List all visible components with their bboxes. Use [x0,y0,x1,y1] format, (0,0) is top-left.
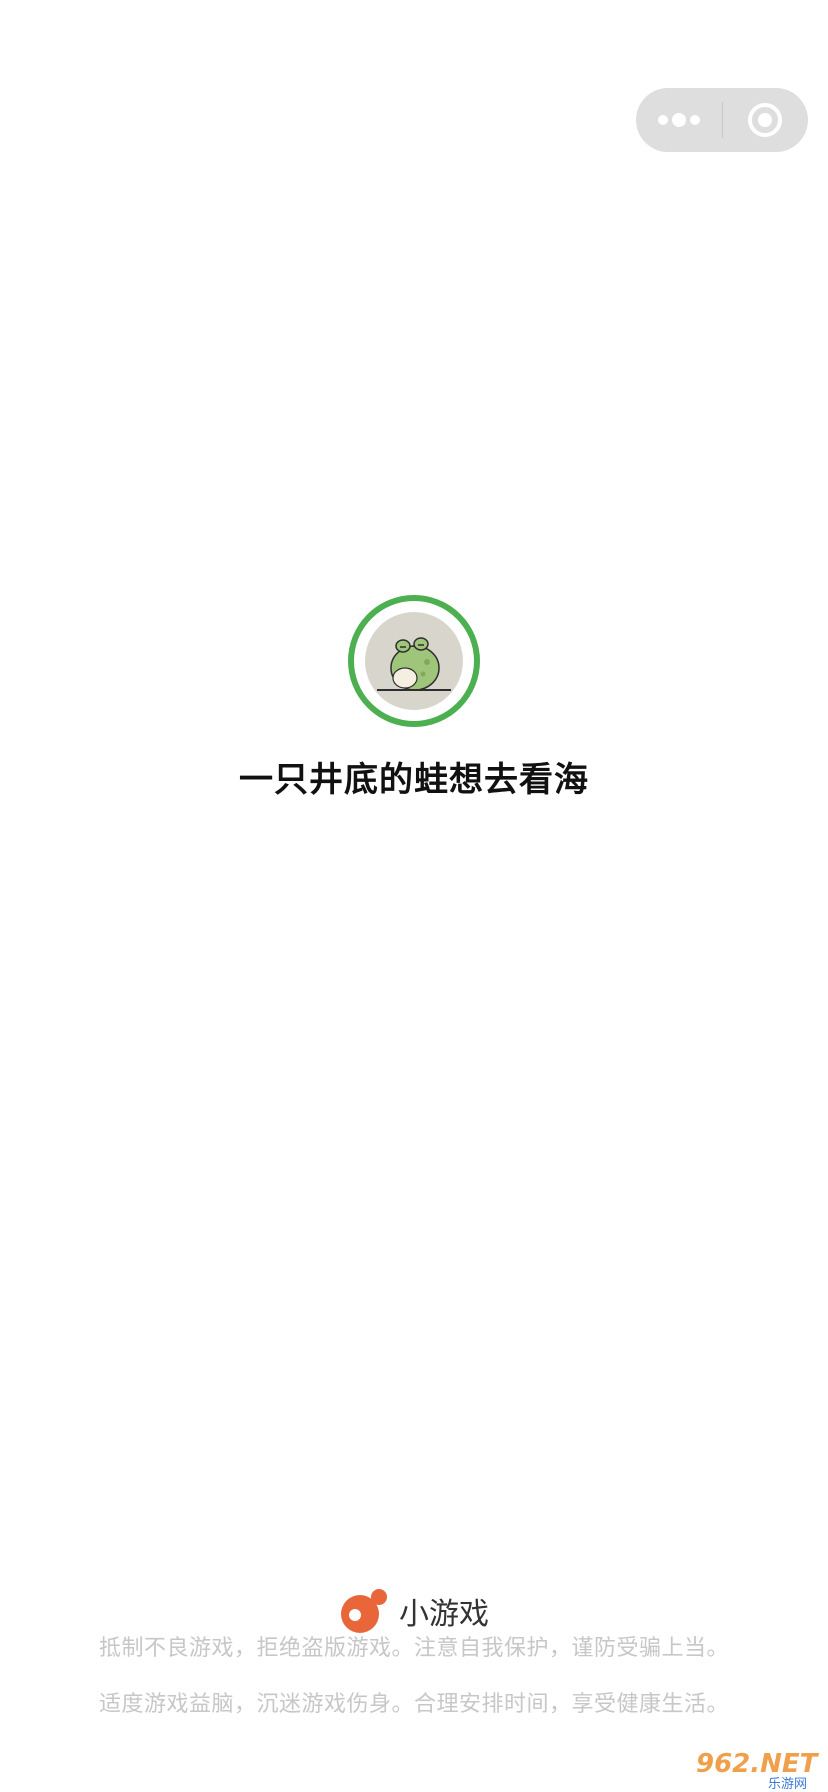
loading-avatar [348,595,480,727]
frog-avatar [365,612,463,710]
mini-game-logo-icon [341,1589,387,1633]
brand-label: 小游戏 [399,1597,489,1632]
target-close-icon [748,103,783,137]
watermark-main-text: 962.NET [696,1749,820,1779]
close-button[interactable] [723,88,809,152]
capsule-menu [636,88,808,152]
health-notice-line-2: 适度游戏益脑，沉迷游戏伤身。合理安排时间，享受健康生活。 [98,1692,729,1717]
more-button[interactable] [636,88,722,152]
mini-game-brand: 小游戏 [0,1588,828,1634]
site-watermark: 962.NET 乐游网 [688,1746,828,1792]
watermark-sub-text: 乐游网 [768,1777,807,1792]
health-notice-line-1: 抵制不良游戏，拒绝盗版游戏。注意自我保护，谨防受骗上当。 [98,1636,729,1661]
more-dots-icon [657,113,700,127]
game-title: 一只井底的蛙想去看海 [239,760,589,800]
